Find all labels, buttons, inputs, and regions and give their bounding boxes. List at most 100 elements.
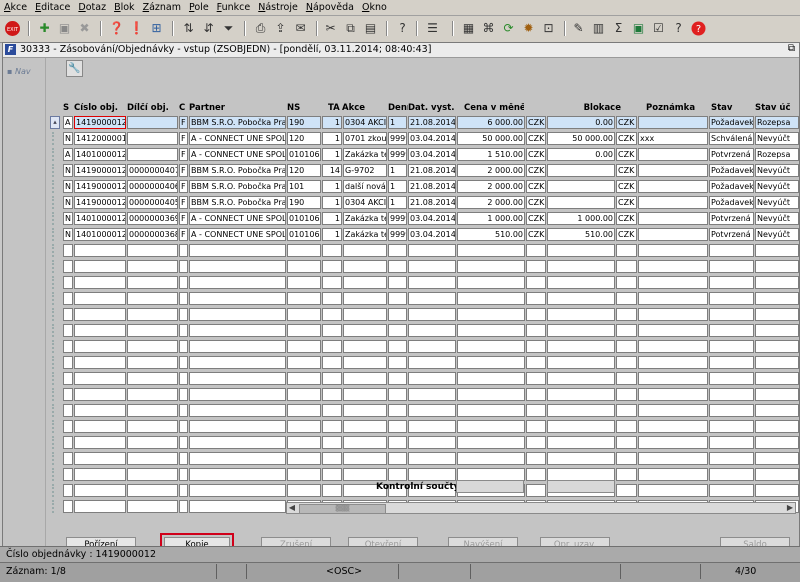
cell-order-number[interactable] — [74, 500, 126, 513]
cell-blokace-currency[interactable]: CZK — [616, 116, 637, 129]
cell-deni[interactable] — [388, 388, 407, 401]
cell-stav-uc[interactable]: Rozepsa — [755, 116, 799, 129]
cell-stav-uc[interactable] — [755, 372, 799, 385]
cell-akce[interactable] — [343, 340, 387, 353]
cell-akce[interactable]: Zakázka te — [343, 148, 387, 161]
menu-nastroje[interactable]: Nástroje — [254, 0, 302, 13]
cell-stav[interactable]: Požadavek — [709, 180, 754, 193]
cell-stav-uc[interactable]: Nevyúčt — [755, 228, 799, 241]
cell-ns[interactable] — [287, 260, 321, 273]
cell-order-number[interactable] — [74, 260, 126, 273]
cell-akce[interactable] — [343, 244, 387, 257]
column-header-ta[interactable]: TA — [328, 103, 342, 113]
cell-akce[interactable] — [343, 468, 387, 481]
cell-ta[interactable] — [322, 292, 342, 305]
cell-stav-uc[interactable] — [755, 356, 799, 369]
scroll-left-icon[interactable]: ◀ — [287, 503, 297, 513]
cell-note[interactable] — [638, 196, 708, 209]
cell-price-currency[interactable]: CZK — [526, 212, 546, 225]
cell-akce[interactable]: další nová — [343, 180, 387, 193]
cell-sub-order[interactable] — [127, 468, 178, 481]
cell-c-flag[interactable] — [179, 340, 188, 353]
cell-sub-order[interactable] — [127, 308, 178, 321]
cell-stav[interactable]: Potvrzená — [709, 148, 754, 161]
cell-price-currency[interactable]: CZK — [526, 180, 546, 193]
copy-icon[interactable]: ⧉ — [342, 20, 359, 37]
cell-stav-uc[interactable]: Nevyúčt — [755, 212, 799, 225]
menu-blok[interactable]: Blok — [110, 0, 138, 13]
menu-napoveda[interactable]: Nápověda — [302, 0, 358, 13]
cell-blokace-currency[interactable] — [616, 388, 637, 401]
cell-ta[interactable]: 14 — [322, 164, 342, 177]
cell-blokace[interactable]: 0.00 — [547, 148, 615, 161]
cell-order-number[interactable] — [74, 404, 126, 417]
column-header-sub-order[interactable]: Dílčí obj. — [127, 103, 177, 113]
cell-c-flag[interactable] — [179, 308, 188, 321]
restore-icon[interactable]: ⧉ — [788, 43, 795, 54]
cell-deni[interactable] — [388, 404, 407, 417]
cell-c-flag[interactable]: F — [179, 212, 188, 225]
cell-blokace[interactable]: 510.00 — [547, 228, 615, 241]
cell-deni[interactable]: 1 — [388, 164, 407, 177]
record-indicator[interactable] — [52, 468, 56, 481]
cell-note[interactable] — [638, 468, 708, 481]
cell-stav-uc[interactable]: Nevyúčt — [755, 132, 799, 145]
cell-stav[interactable] — [709, 372, 754, 385]
cell-status[interactable]: N — [63, 180, 73, 193]
cell-c-flag[interactable] — [179, 452, 188, 465]
column-header-stav[interactable]: Stav — [711, 103, 751, 113]
cell-akce[interactable]: G-9702 — [343, 164, 387, 177]
cell-ns[interactable]: 120 — [287, 164, 321, 177]
cell-sub-order[interactable]: 0000000369 — [127, 212, 178, 225]
cell-blokace[interactable] — [547, 420, 615, 433]
cell-status[interactable] — [63, 404, 73, 417]
cell-stav[interactable] — [709, 340, 754, 353]
cell-blokace[interactable] — [547, 372, 615, 385]
cell-stav[interactable] — [709, 324, 754, 337]
cell-blokace-currency[interactable] — [616, 468, 637, 481]
cell-date-issued[interactable] — [408, 452, 456, 465]
cell-blokace[interactable] — [547, 196, 615, 209]
cell-order-number[interactable] — [74, 484, 126, 497]
cell-ns[interactable] — [287, 388, 321, 401]
cell-price-currency[interactable]: CZK — [526, 116, 546, 129]
cell-blokace-currency[interactable] — [616, 292, 637, 305]
cell-date-issued[interactable] — [408, 308, 456, 321]
cell-partner[interactable]: A - CONNECT UNE SPOL — [189, 228, 286, 241]
cell-akce[interactable] — [343, 260, 387, 273]
cell-blokace[interactable] — [547, 276, 615, 289]
cell-note[interactable] — [638, 372, 708, 385]
cell-stav[interactable] — [709, 404, 754, 417]
cell-price[interactable] — [457, 356, 525, 369]
cell-deni[interactable] — [388, 340, 407, 353]
cell-deni[interactable] — [388, 324, 407, 337]
record-indicator[interactable] — [52, 212, 56, 225]
cell-order-number[interactable] — [74, 276, 126, 289]
cell-price[interactable] — [457, 340, 525, 353]
record-indicator[interactable] — [52, 244, 56, 257]
column-header-akce[interactable]: Akce — [342, 103, 382, 113]
cell-ta[interactable] — [322, 420, 342, 433]
cell-sub-order[interactable]: 0000000406 — [127, 180, 178, 193]
cell-note[interactable] — [638, 420, 708, 433]
cell-status[interactable] — [63, 420, 73, 433]
cell-note[interactable] — [638, 148, 708, 161]
record-indicator[interactable] — [52, 356, 56, 369]
menu-zaznam[interactable]: Záznam — [139, 0, 185, 13]
cell-date-issued[interactable]: 21.08.2014 — [408, 196, 456, 209]
cell-status[interactable] — [63, 292, 73, 305]
cell-ns[interactable] — [287, 468, 321, 481]
cell-ns[interactable] — [287, 340, 321, 353]
cell-status[interactable] — [63, 452, 73, 465]
cell-akce[interactable] — [343, 372, 387, 385]
cell-blokace[interactable] — [547, 404, 615, 417]
cell-c-flag[interactable]: F — [179, 132, 188, 145]
cell-ta[interactable] — [322, 468, 342, 481]
cell-note[interactable] — [638, 484, 708, 497]
list-icon[interactable]: ☰ — [424, 20, 441, 37]
cell-status[interactable] — [63, 260, 73, 273]
cell-ta[interactable] — [322, 340, 342, 353]
cell-ta[interactable]: 1 — [322, 148, 342, 161]
cell-stav-uc[interactable] — [755, 468, 799, 481]
cell-sub-order[interactable] — [127, 388, 178, 401]
